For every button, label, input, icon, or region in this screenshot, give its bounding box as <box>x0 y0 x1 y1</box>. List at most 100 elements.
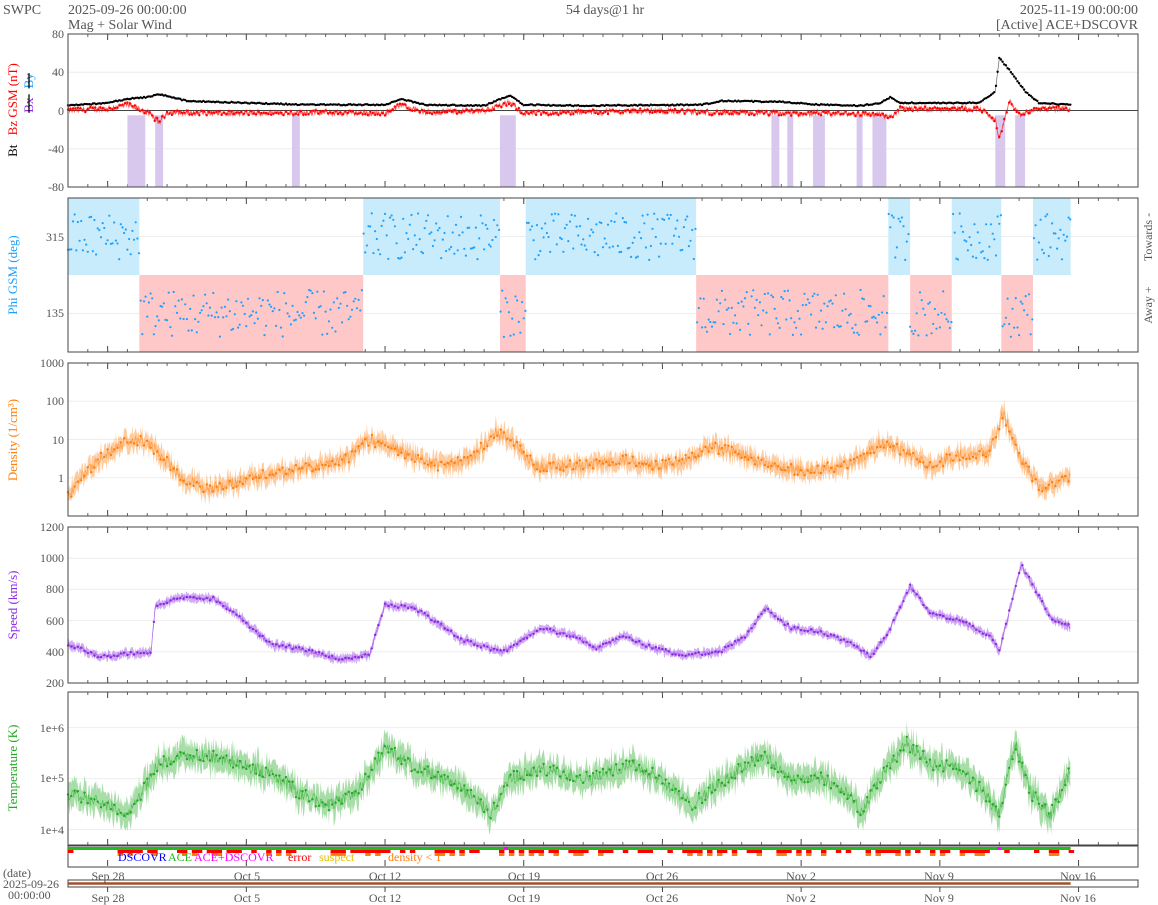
bz-point <box>326 112 330 115</box>
density-point <box>89 471 93 474</box>
density-point <box>598 459 601 463</box>
speed-point <box>331 654 334 658</box>
temperature-point <box>446 775 449 778</box>
phi-point <box>316 290 319 293</box>
speed-point <box>796 626 799 629</box>
density-point <box>228 480 231 483</box>
phi-point <box>1059 228 1062 231</box>
density-point <box>981 454 984 457</box>
speed-point <box>99 655 103 659</box>
speed-point <box>1031 583 1034 586</box>
phi-point <box>705 330 709 333</box>
phi-point <box>742 305 745 308</box>
temperature-point <box>697 792 700 795</box>
density-point <box>922 461 925 464</box>
speed-point <box>430 618 433 622</box>
speed-point <box>476 644 479 648</box>
temperature-point <box>806 780 809 784</box>
phi-point <box>937 313 940 316</box>
temperature-point <box>948 764 951 767</box>
temperature-point <box>605 771 608 774</box>
phi-point <box>152 333 155 336</box>
density-point <box>644 462 648 466</box>
phi-point <box>953 231 956 234</box>
speed-point <box>383 602 387 605</box>
bz-point <box>74 107 77 110</box>
speed-point <box>730 643 733 647</box>
source-density-mark <box>875 853 881 856</box>
density-point <box>489 435 492 438</box>
bz-point <box>745 110 748 113</box>
bz-point <box>188 113 191 116</box>
phi-point <box>768 333 771 336</box>
temperature-point <box>915 744 918 748</box>
phi-point <box>1004 316 1008 319</box>
speed-point <box>575 636 578 639</box>
temperature-ylabel: Temperature (K) <box>5 725 20 812</box>
bz-point <box>463 110 466 113</box>
speed-point <box>473 643 476 646</box>
phi-point <box>388 216 392 219</box>
source-error-mark <box>820 850 827 853</box>
source-density-mark <box>459 853 465 856</box>
temperature-point <box>489 817 492 820</box>
bz-point <box>668 109 672 112</box>
bz-point <box>208 110 211 113</box>
bz-point <box>626 108 629 112</box>
bz-point <box>671 109 674 112</box>
temperature-point <box>109 807 113 811</box>
phi-point <box>762 309 765 312</box>
bz-point <box>369 110 372 113</box>
speed-point <box>981 632 984 635</box>
speed-point <box>73 647 76 650</box>
phi-point <box>780 295 783 299</box>
phi-point <box>846 321 849 324</box>
bz-point <box>406 107 409 110</box>
temperature-point <box>951 767 955 771</box>
phi-point <box>884 326 887 329</box>
temperature-point <box>710 791 714 794</box>
temperature-point <box>459 789 463 792</box>
temperature-point <box>89 797 93 800</box>
density-point <box>790 463 793 466</box>
temperature-point <box>357 792 360 795</box>
bz-point <box>651 111 654 115</box>
bz-point <box>99 106 102 109</box>
date-tick: Sep 28 <box>92 891 125 905</box>
bz-point <box>896 108 899 112</box>
speed-point <box>1027 575 1031 579</box>
phi-point <box>994 254 998 257</box>
speed-point <box>1044 607 1047 611</box>
density-point <box>162 458 165 461</box>
bz-point <box>814 111 818 114</box>
phi-point <box>279 326 283 329</box>
source-error-mark <box>929 850 936 853</box>
phi-point <box>547 235 550 239</box>
speed-point <box>492 647 496 651</box>
density-point <box>324 463 327 467</box>
phi-point <box>788 299 791 302</box>
phi-point <box>535 224 539 227</box>
source-error-mark <box>959 850 966 853</box>
phi-point <box>507 311 510 314</box>
speed-point <box>628 636 631 639</box>
phi-point <box>1006 297 1009 300</box>
speed-point <box>836 635 839 638</box>
temperature-point <box>654 776 657 779</box>
density-point <box>258 476 261 480</box>
bz-point <box>71 107 75 110</box>
bz-point <box>700 110 704 113</box>
speed-point <box>667 650 671 653</box>
source-error-mark <box>68 850 74 853</box>
phi-point <box>445 249 448 253</box>
bz-point <box>938 107 942 110</box>
density-point <box>704 445 707 449</box>
speed-point <box>208 599 212 602</box>
speed-point <box>235 613 238 616</box>
bz-point <box>752 114 756 117</box>
bz-point <box>951 106 954 110</box>
temperature-point <box>737 763 740 766</box>
speed-point <box>605 641 608 645</box>
phi-point <box>134 221 137 224</box>
bz-point <box>844 110 847 113</box>
